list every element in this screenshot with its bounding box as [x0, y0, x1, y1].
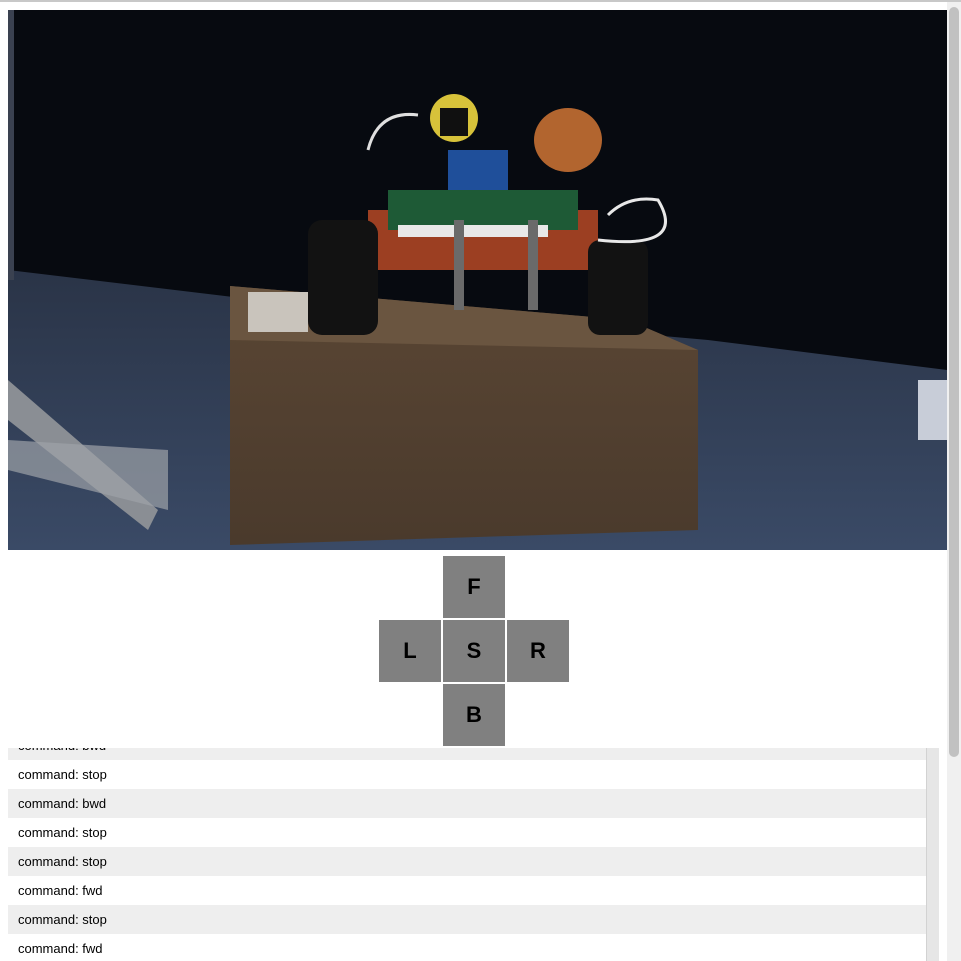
- window-top-border: [0, 0, 961, 2]
- log-row: command: bwd: [8, 789, 926, 818]
- backward-button[interactable]: B: [443, 684, 505, 746]
- log-row: command: stop: [8, 760, 926, 789]
- log-row: command: stop: [8, 905, 926, 934]
- page-scrollbar-thumb[interactable]: [949, 7, 959, 757]
- forward-button[interactable]: F: [443, 556, 505, 618]
- forward-button-label: F: [467, 574, 481, 599]
- left-button[interactable]: L: [379, 620, 441, 682]
- log-row: command: fwd: [8, 934, 926, 961]
- camera-feed: [8, 10, 947, 550]
- command-log[interactable]: command: bwd command: stop command: bwd …: [8, 732, 926, 961]
- direction-pad: F L S R B: [8, 550, 947, 748]
- left-button-label: L: [403, 638, 417, 663]
- log-scrollbar[interactable]: [926, 748, 939, 961]
- log-row: command: stop: [8, 818, 926, 847]
- robot-camera-image: [8, 10, 947, 550]
- stop-button-label: S: [466, 638, 482, 663]
- log-row: command: stop: [8, 847, 926, 876]
- page-scrollbar[interactable]: [947, 2, 961, 961]
- right-button-label: R: [530, 638, 546, 663]
- backward-button-label: B: [466, 702, 482, 727]
- log-row: command: fwd: [8, 876, 926, 905]
- stop-button[interactable]: S: [443, 620, 505, 682]
- right-button[interactable]: R: [507, 620, 569, 682]
